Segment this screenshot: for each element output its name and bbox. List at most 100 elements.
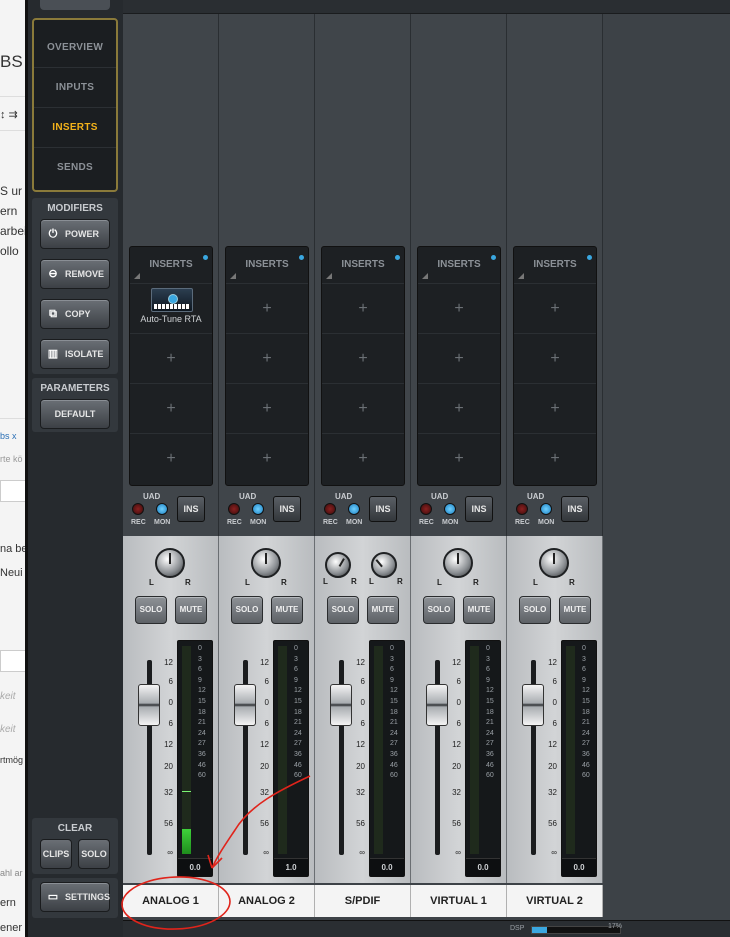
clear-solo-button[interactable]: SOLO [78, 839, 110, 869]
fader-scale-tick: 20 [356, 762, 365, 771]
insert-slot[interactable]: + [226, 383, 308, 432]
meter-scale-tick: 9 [390, 676, 394, 684]
mute-button[interactable]: MUTE [175, 596, 207, 624]
nav-inputs[interactable]: INPUTS [34, 68, 116, 108]
insert-slot[interactable]: + [418, 283, 500, 332]
mute-button[interactable]: MUTE [271, 596, 303, 624]
power-button[interactable]: ⏻ POWER [40, 219, 110, 249]
pan-knob[interactable] [251, 548, 281, 578]
meter-scale: 0 3 6 9 12 15 18 21 24 27 36 46 60 [198, 644, 212, 782]
isolate-button[interactable]: ▥ ISOLATE [40, 339, 110, 369]
nav-overview[interactable]: OVERVIEW [34, 28, 116, 68]
rec-button[interactable] [228, 503, 240, 515]
rec-button[interactable] [516, 503, 528, 515]
mon-button[interactable] [156, 503, 168, 515]
insert-slot[interactable]: + [514, 283, 596, 332]
plugin-dial [168, 294, 178, 304]
level-meter: 0 3 6 9 12 15 18 21 24 27 36 46 60 1.0 [273, 640, 309, 877]
mon-label: MON [346, 519, 363, 526]
mon-button[interactable] [348, 503, 360, 515]
rec-button[interactable] [420, 503, 432, 515]
clear-panel: CLEAR CLIPS SOLO [32, 818, 118, 874]
insert-slot[interactable]: Auto-Tune RTA [130, 283, 212, 332]
rec-label: REC [131, 519, 146, 526]
fader-scale-tick: 20 [548, 762, 557, 771]
mon-button[interactable] [252, 503, 264, 515]
insert-slot[interactable]: + [418, 383, 500, 432]
settings-icon: ▭ [47, 891, 59, 903]
meter-scale-tick: 9 [294, 676, 298, 684]
background-browser-page: BS ↕ ⇉ S ur ern arbei ollo bs x rte kö n… [0, 0, 28, 937]
pan-knob[interactable] [155, 548, 185, 578]
mon-label: MON [538, 519, 555, 526]
insert-slot[interactable]: + [130, 433, 212, 482]
level-meter: 0 3 6 9 12 15 18 21 24 27 36 46 60 0.0 [465, 640, 501, 877]
pan-knob[interactable] [539, 548, 569, 578]
fader-scale-tick: 6 [264, 677, 269, 686]
pan-l-label: L [149, 578, 154, 587]
ins-button[interactable]: INS [177, 496, 205, 522]
channel-name[interactable]: S/PDIF [315, 885, 411, 917]
clear-clips-button[interactable]: CLIPS [40, 839, 72, 869]
default-button[interactable]: DEFAULT [40, 399, 110, 429]
insert-slot[interactable]: + [130, 333, 212, 382]
insert-slot[interactable]: + [418, 333, 500, 382]
insert-slot[interactable]: + [514, 333, 596, 382]
fader-scale-tick: 0 [360, 698, 365, 707]
insert-slot[interactable]: + [226, 283, 308, 332]
mute-button[interactable]: MUTE [463, 596, 495, 624]
solo-button[interactable]: SOLO [135, 596, 167, 624]
channel-name[interactable]: ANALOG 2 [219, 885, 315, 917]
settings-label: SETTINGS [65, 892, 111, 902]
pan-knob[interactable] [325, 552, 351, 578]
insert-slot[interactable]: + [514, 383, 596, 432]
input-monitor-controls: UAD REC MON INS [223, 488, 309, 532]
nav-sends[interactable]: SENDS [34, 148, 116, 188]
pan-knob[interactable] [371, 552, 397, 578]
inserts-panel: INSERTS + + + + [417, 246, 501, 486]
solo-button[interactable]: SOLO [231, 596, 263, 624]
mon-label: MON [442, 519, 459, 526]
mon-button[interactable] [444, 503, 456, 515]
insert-slot[interactable]: + [418, 433, 500, 482]
ins-button[interactable]: INS [273, 496, 301, 522]
level-meter: 0 3 6 9 12 15 18 21 24 27 36 46 60 0.0 [561, 640, 597, 877]
solo-button[interactable]: SOLO [327, 596, 359, 624]
remove-button[interactable]: ⊖ REMOVE [40, 259, 110, 289]
insert-slot[interactable]: + [226, 333, 308, 382]
mute-button[interactable]: MUTE [559, 596, 591, 624]
solo-button[interactable]: SOLO [423, 596, 455, 624]
channel-name[interactable]: VIRTUAL 1 [411, 885, 507, 917]
insert-slot[interactable]: + [322, 433, 404, 482]
insert-slot[interactable]: + [514, 433, 596, 482]
channel-name[interactable]: VIRTUAL 2 [507, 885, 603, 917]
meter-scale-tick: 3 [486, 655, 490, 663]
settings-button[interactable]: ▭ SETTINGS [40, 882, 110, 912]
insert-slot[interactable]: + [130, 383, 212, 432]
channel-name[interactable]: ANALOG 1 [123, 885, 219, 917]
insert-slot[interactable]: + [322, 283, 404, 332]
insert-slot[interactable]: + [226, 433, 308, 482]
ins-button[interactable]: INS [465, 496, 493, 522]
meter-scale-tick: 12 [294, 687, 302, 695]
copy-button[interactable]: ⧉ COPY [40, 299, 110, 329]
fader-scale-tick: ∞ [551, 848, 557, 857]
pan-knob[interactable] [443, 548, 473, 578]
sidebar-top-button[interactable] [40, 0, 110, 10]
rec-button[interactable] [324, 503, 336, 515]
nav-inserts[interactable]: INSERTS [34, 108, 116, 148]
mon-button[interactable] [540, 503, 552, 515]
ins-button[interactable]: INS [561, 496, 589, 522]
parameters-panel: PARAMETERS DEFAULT [32, 378, 118, 432]
fader-scale-tick: 6 [168, 719, 173, 728]
ins-button[interactable]: INS [369, 496, 397, 522]
fader-scale-tick: 12 [452, 658, 461, 667]
fader-scale-tick: 32 [164, 788, 173, 797]
insert-slot[interactable]: + [322, 333, 404, 382]
solo-button[interactable]: SOLO [519, 596, 551, 624]
rec-button[interactable] [132, 503, 144, 515]
modifiers-panel: MODIFIERS ⏻ POWER ⊖ REMOVE ⧉ COPY ▥ ISOLATE [32, 198, 118, 374]
mute-button[interactable]: MUTE [367, 596, 399, 624]
insert-slot[interactable]: + [322, 383, 404, 432]
fader-scale-tick: 20 [164, 762, 173, 771]
